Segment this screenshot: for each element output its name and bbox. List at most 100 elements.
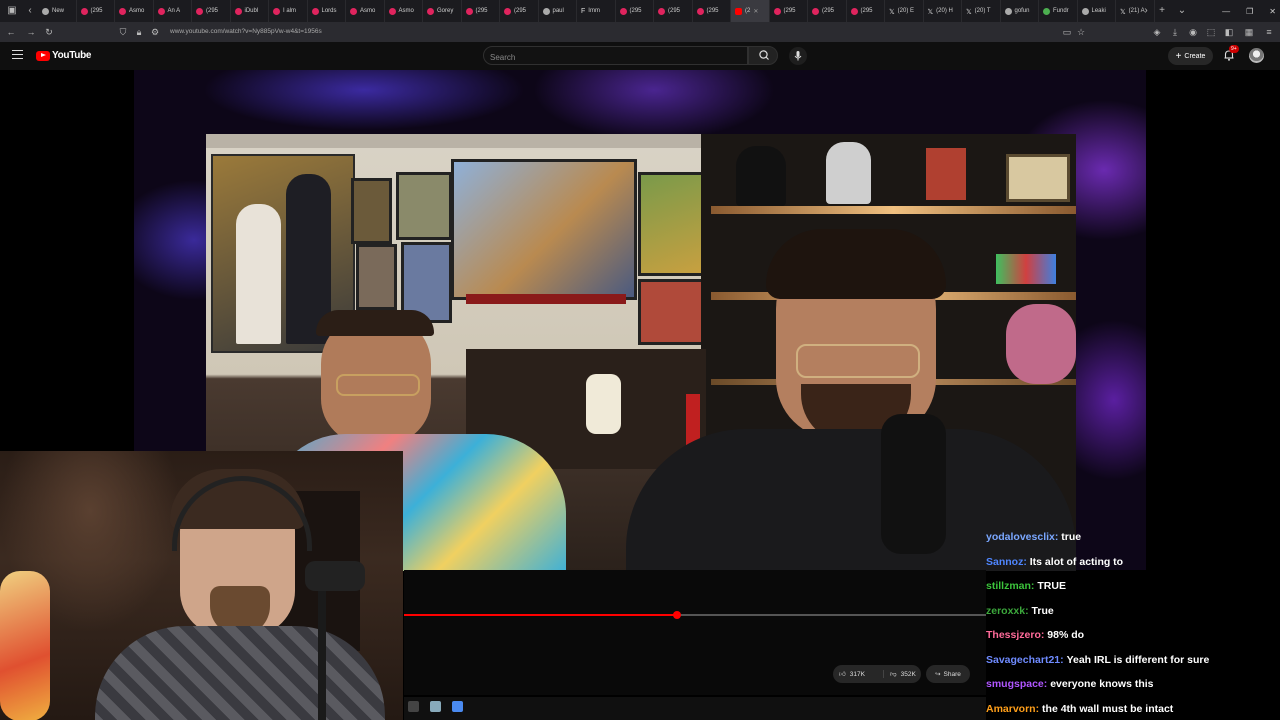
- chat-username: smugspace:: [986, 678, 1048, 690]
- small-frame: [396, 172, 452, 240]
- tab-label: (295: [783, 8, 796, 14]
- browser-tab[interactable]: (295: [616, 0, 654, 22]
- voice-search-button[interactable]: [789, 47, 807, 65]
- sidebar-icon[interactable]: ◧: [1222, 25, 1236, 39]
- bookmark-star-icon[interactable]: ☆: [1074, 25, 1088, 39]
- taskbar-app-icon[interactable]: [408, 701, 419, 712]
- browser-tab[interactable]: iDubl: [231, 0, 269, 22]
- x-favicon-icon: 𝕏: [1120, 8, 1126, 16]
- browser-tab[interactable]: Lords: [308, 0, 346, 22]
- screenshot-icon[interactable]: ▭: [1060, 25, 1074, 39]
- like-button[interactable]: 👍︎ 317K: [833, 670, 883, 679]
- search-icon: [759, 50, 769, 60]
- certificate-frame: [1006, 154, 1070, 202]
- tab-overview-icon[interactable]: ▣: [4, 3, 20, 19]
- tab-label: Asmo: [398, 8, 414, 14]
- extensions-puzzle-icon[interactable]: ⬚: [1204, 25, 1218, 39]
- rumble-favicon-icon: [311, 7, 319, 15]
- create-button[interactable]: + Create: [1168, 47, 1213, 65]
- rumble-favicon-icon: [427, 7, 434, 15]
- chat-username: Thessjzero:: [986, 629, 1045, 641]
- chat-text: Yeah IRL is different for sure: [1066, 653, 1210, 666]
- scroll-tabs-left-icon[interactable]: ‹: [22, 3, 38, 19]
- chat-message: yodalovesclix: true: [986, 531, 1081, 543]
- plus-icon: +: [1175, 50, 1182, 62]
- browser-tab[interactable]: 𝕏 (20) E: [885, 0, 924, 22]
- chat-username: Savagechart21:: [986, 653, 1064, 666]
- host-hair: [766, 229, 946, 299]
- minimize-button[interactable]: —: [1222, 7, 1230, 16]
- taskbar-app-icon[interactable]: [430, 701, 441, 712]
- browser-tab[interactable]: (295: [847, 0, 885, 22]
- lock-icon[interactable]: 🔒︎: [132, 25, 146, 39]
- browser-tab[interactable]: Gorey: [423, 0, 462, 22]
- extension-icon[interactable]: ◉: [1186, 25, 1200, 39]
- browser-tab[interactable]: F Imm: [577, 0, 616, 22]
- share-button[interactable]: ↪ Share: [926, 665, 970, 683]
- browser-tab[interactable]: 𝕏 (20) T: [962, 0, 1001, 22]
- mic-arm: [318, 591, 326, 720]
- thumbs-up-icon: 👍︎: [839, 671, 846, 678]
- browser-tab[interactable]: (295: [462, 0, 500, 22]
- taskbar-app-icon[interactable]: [452, 701, 463, 712]
- browser-tab[interactable]: (295: [654, 0, 693, 22]
- host-glasses: [796, 344, 920, 378]
- chat-username: Amarvorn:: [986, 702, 1040, 715]
- close-window-button[interactable]: ✕: [1269, 7, 1276, 16]
- browser-tab[interactable]: New: [38, 0, 77, 22]
- guest-hair: [316, 310, 434, 336]
- browser-tab[interactable]: (295: [500, 0, 539, 22]
- globe-favicon-icon: [1081, 7, 1089, 15]
- profile-icon[interactable]: ▦: [1242, 25, 1256, 39]
- browser-tab[interactable]: Fundr: [1039, 0, 1078, 22]
- browser-tab[interactable]: (295: [770, 0, 808, 22]
- close-tab-icon[interactable]: ✕: [753, 8, 758, 15]
- plush-toy: [0, 571, 50, 720]
- shield-icon[interactable]: ⛉: [116, 25, 130, 39]
- browser-tab[interactable]: (295: [77, 0, 115, 22]
- browser-tab[interactable]: (295: [192, 0, 231, 22]
- tab-label: (295: [475, 8, 488, 14]
- maximize-button[interactable]: ❐: [1246, 7, 1253, 16]
- browser-tab[interactable]: paul: [539, 0, 577, 22]
- chat-text: True: [1031, 604, 1054, 617]
- browser-tab[interactable]: (2 ✕: [731, 0, 770, 22]
- progress-scrubber[interactable]: [672, 611, 681, 619]
- tab-label: (295: [629, 8, 642, 14]
- forward-icon[interactable]: →: [24, 25, 38, 39]
- extension-icon[interactable]: ◈: [1150, 25, 1164, 39]
- microphone-icon: [794, 51, 802, 61]
- site-settings-icon[interactable]: ⚙: [148, 25, 162, 39]
- browser-tab[interactable]: Asmo: [115, 0, 154, 22]
- url-field[interactable]: www.youtube.com/watch?v=Ny885pVw-w4&t=19…: [170, 22, 322, 42]
- browser-menu-icon[interactable]: ≡: [1262, 25, 1276, 39]
- x-favicon-icon: 𝕏: [927, 8, 934, 16]
- browser-tab[interactable]: (295: [693, 0, 731, 22]
- browser-tab[interactable]: An A: [154, 0, 192, 22]
- browser-tab[interactable]: (295: [808, 0, 847, 22]
- search-button[interactable]: [748, 46, 778, 65]
- rumble-favicon-icon: [773, 7, 781, 15]
- scroll-tabs-right-icon[interactable]: ›: [1138, 3, 1154, 19]
- reload-icon[interactable]: ↻: [42, 25, 56, 39]
- tab-label: An A: [167, 8, 181, 14]
- search-box: [483, 46, 748, 67]
- helmet: [736, 146, 786, 206]
- browser-tab[interactable]: gofun: [1001, 0, 1039, 22]
- new-tab-button[interactable]: +: [1154, 3, 1170, 19]
- browser-tab[interactable]: Asmo: [346, 0, 385, 22]
- stream-chat-overlay: yodalovesclix: true Sannoz: Its alot of a…: [986, 527, 1280, 720]
- youtube-logo[interactable]: YouTube: [36, 50, 92, 61]
- browser-tab[interactable]: I alm: [269, 0, 308, 22]
- dislike-button[interactable]: 👎︎ 352K: [883, 670, 916, 678]
- chat-username: zeroxxk:: [986, 604, 1029, 617]
- account-avatar[interactable]: [1249, 48, 1264, 63]
- back-icon[interactable]: ←: [4, 25, 18, 39]
- hamburger-menu-icon[interactable]: [12, 50, 23, 60]
- search-input[interactable]: [484, 48, 732, 67]
- browser-tab[interactable]: Asmo: [385, 0, 423, 22]
- downloads-icon[interactable]: ⤓: [1168, 25, 1182, 39]
- browser-tab[interactable]: Leaki: [1078, 0, 1116, 22]
- tab-list-button[interactable]: ⌄: [1174, 3, 1190, 19]
- browser-tab[interactable]: 𝕏 (20) H: [924, 0, 962, 22]
